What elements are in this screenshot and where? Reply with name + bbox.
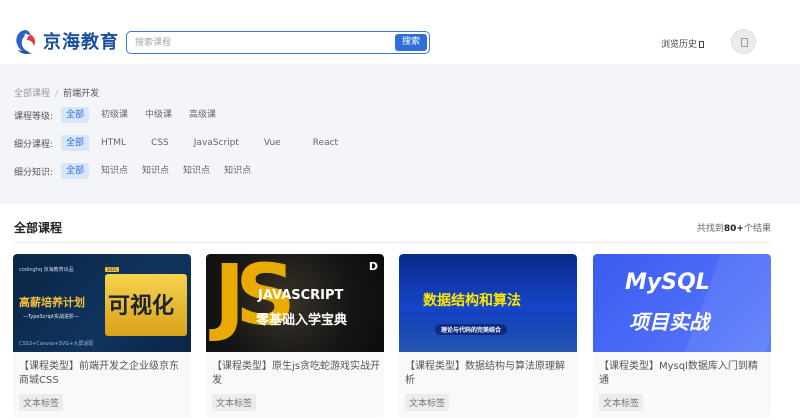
cover-headline: MySQL [625, 270, 710, 295]
filter-option[interactable]: React [308, 135, 343, 151]
filter-option[interactable]: 中级课 [140, 107, 177, 123]
cover-subtitle: —TypeScript实战进阶— [23, 314, 79, 320]
search-button[interactable]: 搜索 [395, 34, 427, 51]
top-header: 京海教育 搜索 浏览历史 [0, 0, 800, 64]
filter-row-level: 课程等级: 全部 初级课 中级课 高级课 [14, 107, 228, 123]
breadcrumb-separator: / [55, 89, 59, 99]
section-divider [13, 242, 771, 243]
cover-big-text: 可视化 [108, 294, 175, 319]
course-title[interactable]: 【课程类型】前端开发之企业级京东商城CSS [19, 360, 187, 388]
course-cover-image: MySQL 项目实战 [593, 254, 771, 352]
search-bar: 搜索 [126, 31, 430, 54]
filter-option[interactable]: 高级课 [184, 107, 221, 123]
cover-badge: 2021 [105, 267, 120, 272]
filter-label: 课程等级: [14, 111, 54, 122]
result-number: 80+ [723, 224, 744, 234]
course-tag: 文本标签 [19, 394, 64, 411]
course-tag: 文本标签 [599, 394, 644, 411]
filter-option[interactable]: HTML [96, 135, 131, 151]
cover-subtitle: 项目实战 [629, 310, 709, 334]
result-count: 共找到80+个结果 [697, 221, 771, 234]
filter-option[interactable]: Vue [259, 135, 286, 151]
cover-headline: JAVASCRIPT [258, 288, 344, 303]
cover-headline: 数据结构和算法 [423, 293, 521, 309]
course-card[interactable]: codinghq 京海教育出品 2021 高薪培养计划 —TypeScript实… [13, 254, 191, 418]
logo-text: 京海教育 [43, 32, 119, 53]
cover-corner-mark: D [368, 260, 378, 273]
filter-option-all[interactable]: 全部 [61, 107, 90, 123]
course-card[interactable]: MySQL 项目实战 【课程类型】Mysql数据库入门到精通 文本标签 [593, 254, 771, 418]
cover-subtitle: 零基础入学宝典 [256, 313, 348, 328]
filter-row-course: 细分课程: 全部 HTML CSS JavaScript Vue React [14, 135, 350, 151]
course-title[interactable]: 【课程类型】原生js贪吃蛇游戏实战开发 [212, 360, 380, 388]
breadcrumb-root[interactable]: 全部课程 [14, 89, 50, 99]
course-tag: 文本标签 [212, 394, 257, 411]
filter-option[interactable]: 初级课 [96, 107, 133, 123]
course-cover-image: JS D JAVASCRIPT 零基础入学宝典 [206, 254, 384, 352]
history-label: 浏览历史 [661, 40, 698, 50]
filter-row-knowledge: 细分知识: 全部 知识点 知识点 知识点 知识点 [14, 163, 263, 179]
document-icon [699, 41, 705, 48]
dolphin-logo-icon [12, 28, 38, 54]
result-suffix: 个结果 [743, 224, 771, 234]
section-title: 全部课程 [14, 221, 63, 235]
site-logo[interactable]: 京海教育 [12, 26, 119, 56]
cover-top-text: codinghq 京海教育出品 [19, 267, 74, 273]
filter-option[interactable]: CSS [146, 135, 174, 151]
course-tag: 文本标签 [405, 394, 450, 411]
filter-option-all[interactable]: 全部 [61, 135, 90, 151]
course-title[interactable]: 【课程类型】数据结构与算法原理解析 [405, 360, 573, 388]
course-title[interactable]: 【课程类型】Mysql数据库入门到精通 [599, 360, 767, 388]
cover-subtitle: 理论与代码的完美结合 [435, 324, 508, 335]
course-card[interactable]: JS D JAVASCRIPT 零基础入学宝典 【课程类型】原生js贪吃蛇游戏实… [206, 254, 384, 418]
filter-option[interactable]: JavaScript [189, 135, 244, 151]
breadcrumb: 全部课程 / 前端开发 [14, 86, 99, 99]
user-avatar-icon[interactable] [731, 29, 756, 54]
course-cover-image: 数据结构和算法 理论与代码的完美结合 [399, 254, 577, 352]
cover-footer: CSS3+Canvas+SVG+大屏适配 [19, 341, 94, 347]
filter-option-all[interactable]: 全部 [61, 163, 90, 179]
course-section: 全部课程 共找到80+个结果 codinghq 京海教育出品 2021 高薪培养… [0, 204, 800, 420]
result-prefix: 共找到 [696, 224, 724, 234]
filter-option[interactable]: 知识点 [219, 163, 256, 179]
search-input[interactable] [127, 32, 389, 53]
filter-option[interactable]: 知识点 [96, 163, 133, 179]
browse-history-link[interactable]: 浏览历史 [661, 37, 705, 50]
breadcrumb-current: 前端开发 [63, 89, 100, 99]
cover-headline: 高薪培养计划 [19, 296, 85, 309]
filter-option[interactable]: 知识点 [137, 163, 174, 179]
filter-label: 细分课程: [14, 139, 54, 150]
course-card[interactable]: 数据结构和算法 理论与代码的完美结合 【课程类型】数据结构与算法原理解析 文本标… [399, 254, 577, 418]
filter-label: 细分知识: [14, 167, 54, 178]
filter-option[interactable]: 知识点 [178, 163, 215, 179]
course-cover-image: codinghq 京海教育出品 2021 高薪培养计划 —TypeScript实… [13, 254, 191, 352]
